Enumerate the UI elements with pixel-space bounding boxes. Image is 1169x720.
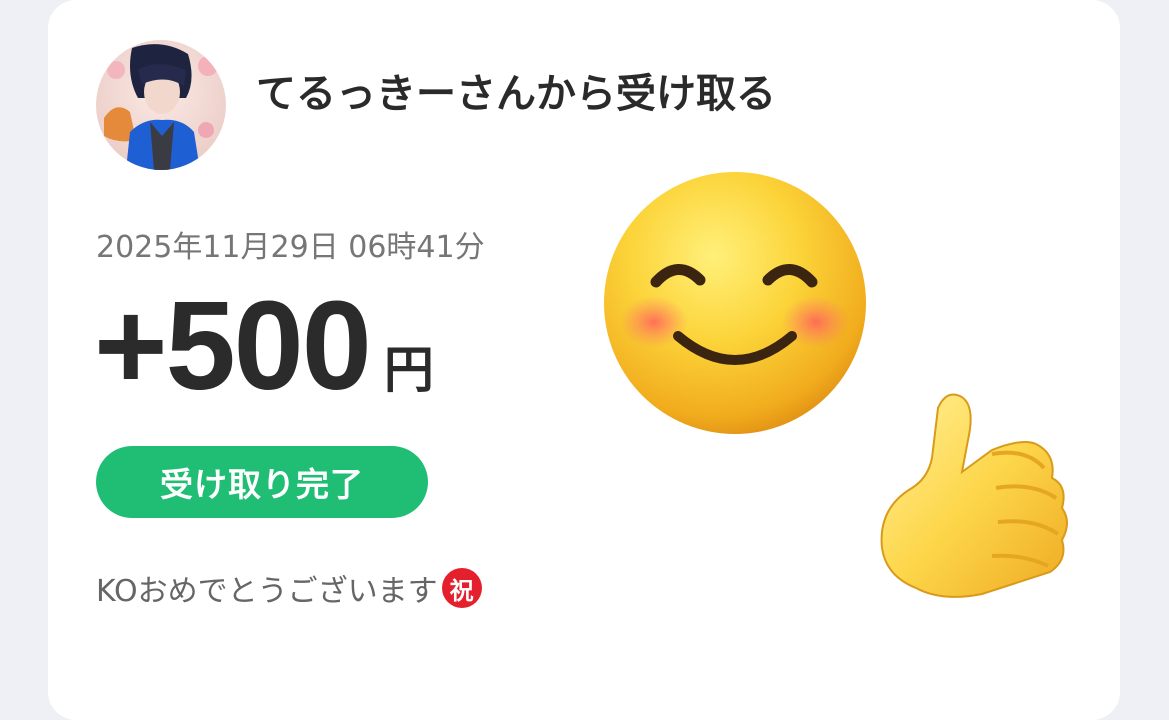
avatar[interactable]: [96, 40, 226, 170]
message-text: KOおめでとうございます: [96, 574, 438, 609]
currency-unit: 円: [383, 341, 434, 399]
status-badge: 受け取り完了: [96, 446, 428, 518]
amount-display: +500 円: [94, 283, 434, 409]
payment-message: KOおめでとうございます 祝: [96, 566, 482, 610]
sender-title: てるっきーさんから受け取る: [256, 71, 776, 117]
avatar-image: [96, 40, 226, 170]
thumbs-up-icon: [880, 393, 1068, 598]
smiling-face-icon: [604, 172, 866, 434]
celebration-icon: 祝: [441, 568, 482, 608]
amount-value: +500: [94, 275, 372, 416]
transaction-timestamp: 2025年11月29日 06時41分: [96, 230, 485, 265]
